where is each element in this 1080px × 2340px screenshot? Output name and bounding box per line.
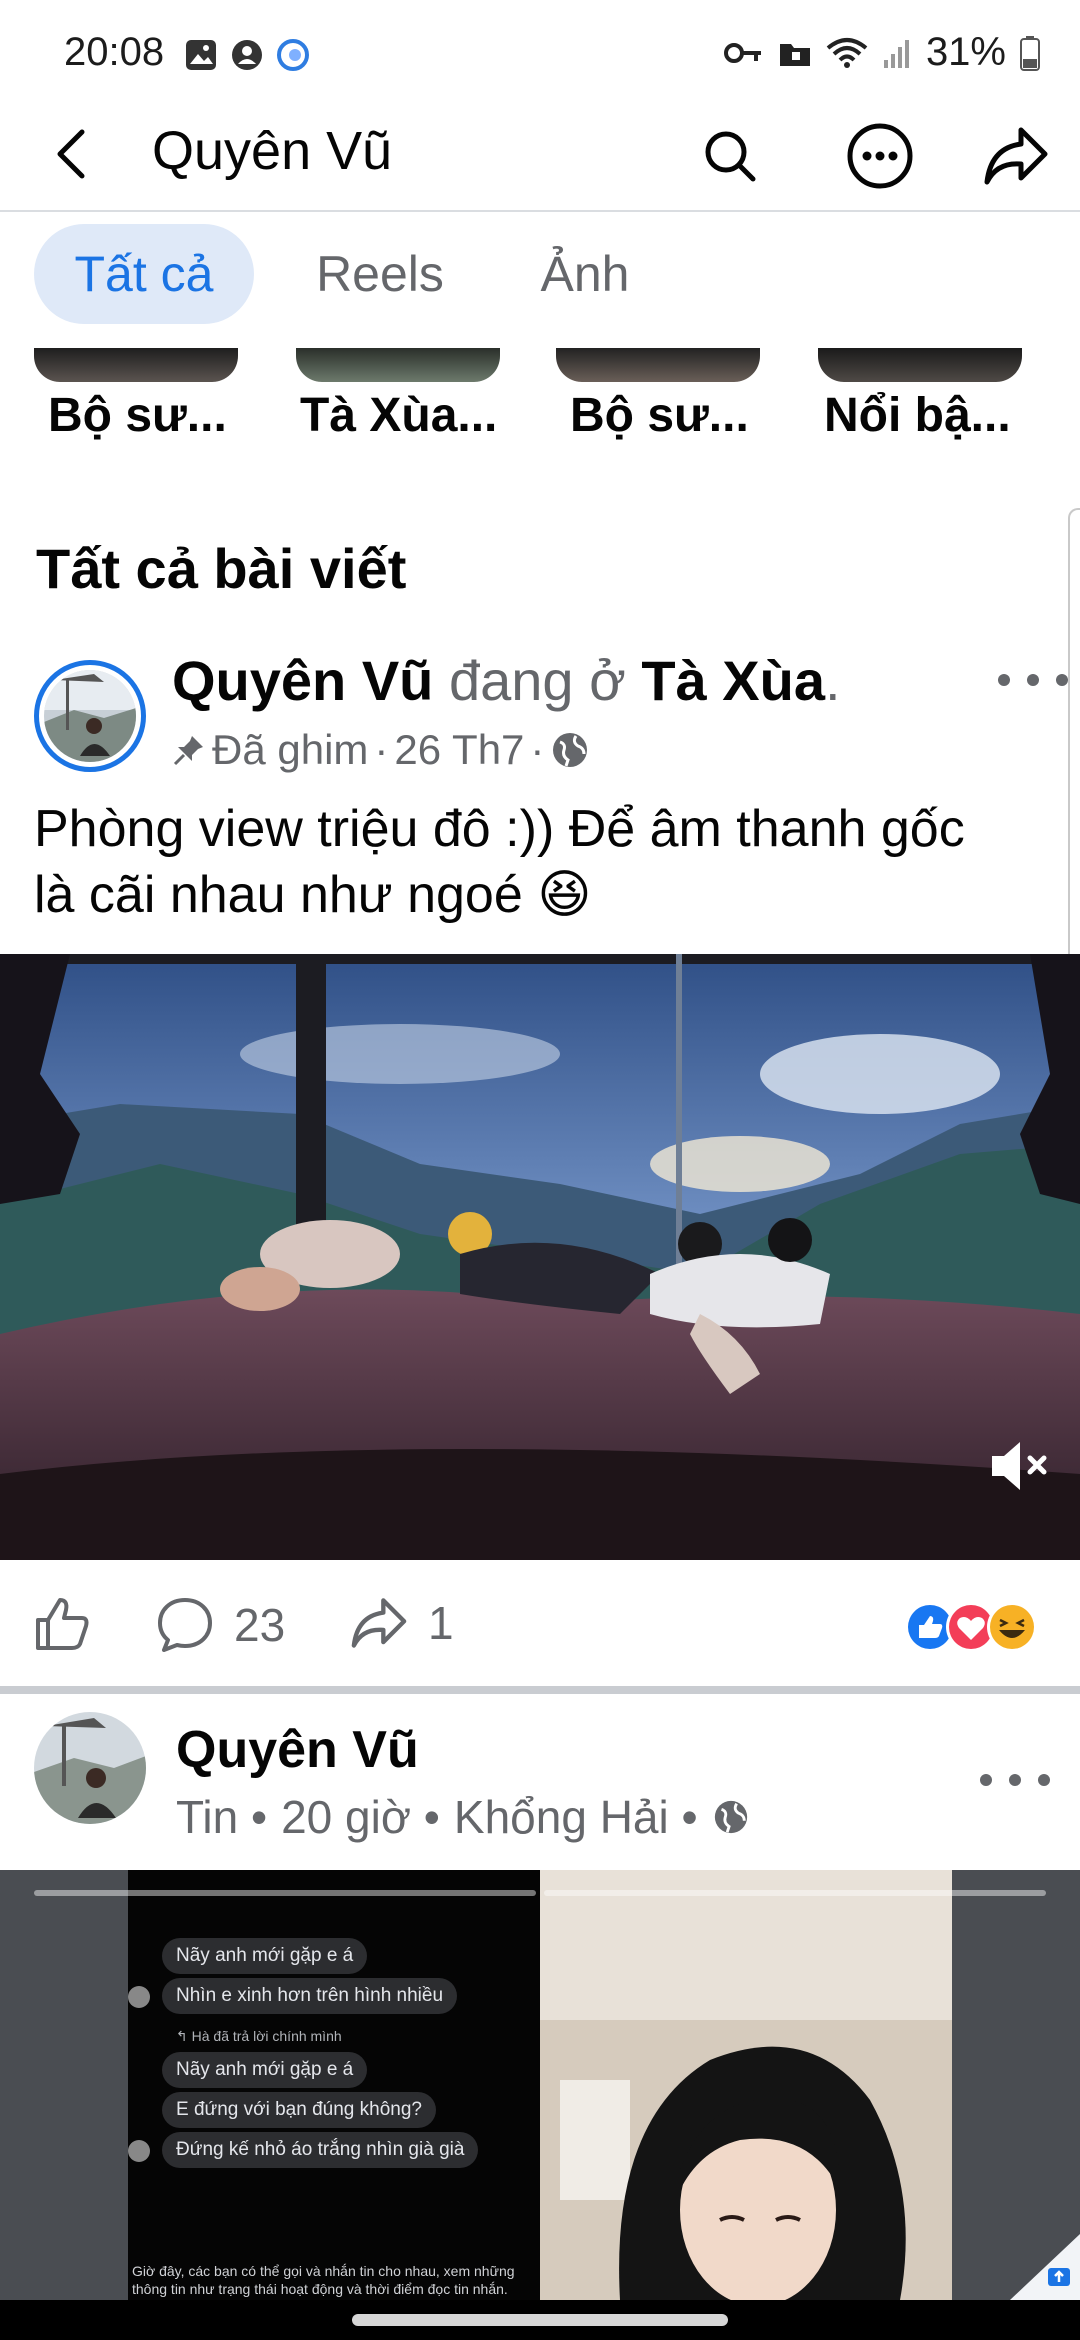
filter-tabs: Tất cả Reels Ảnh bbox=[0, 222, 1080, 332]
album-thumb[interactable] bbox=[296, 348, 500, 382]
comment-icon bbox=[158, 1598, 212, 1652]
share-button[interactable]: 1 bbox=[350, 1596, 454, 1650]
status-bar: 20:08 31% bbox=[0, 0, 1080, 100]
post-author[interactable]: Quyên Vũ bbox=[172, 649, 433, 712]
page-header: Quyên Vũ bbox=[0, 100, 1080, 212]
gallery-icon bbox=[186, 40, 216, 70]
avatar-photo bbox=[44, 670, 136, 762]
status-time: 20:08 bbox=[64, 30, 165, 74]
status-notification-icons bbox=[184, 38, 310, 72]
reply-note: ↰ Hà đã trả lời chính mình bbox=[176, 2028, 342, 2044]
post-text-line: là cãi nhau như ngoé 😆 bbox=[34, 866, 592, 924]
album-label[interactable]: Tà Xùa... bbox=[300, 388, 497, 443]
status-system-icons: 31% bbox=[723, 30, 1040, 75]
battery-percent: 31% bbox=[925, 30, 1006, 74]
post-text-line: Phòng view triệu đô :)) Để âm thanh gốc bbox=[34, 800, 965, 858]
muted-speaker-icon bbox=[992, 1442, 1047, 1490]
more-options-button[interactable] bbox=[844, 120, 916, 192]
chat-bubble: Đứng kế nhỏ áo trắng nhìn già già bbox=[162, 2132, 479, 2168]
post-divider bbox=[0, 1686, 1080, 1694]
album-thumb[interactable] bbox=[556, 348, 760, 382]
comment-count: 23 bbox=[234, 1599, 286, 1651]
pinned-label: Đã ghim bbox=[212, 726, 369, 773]
video-frame bbox=[0, 954, 1080, 1560]
post-text: Phòng view triệu đô :)) Để âm thanh gốc … bbox=[34, 796, 1064, 928]
battery-icon bbox=[1020, 35, 1040, 71]
post-date[interactable]: 26 Th7 bbox=[394, 726, 524, 774]
like-button[interactable] bbox=[34, 1596, 90, 1652]
search-icon bbox=[705, 131, 756, 182]
album-label[interactable]: Nổi bậ... bbox=[824, 388, 1011, 443]
share-icon bbox=[984, 127, 1048, 185]
album-label[interactable]: Bộ sư... bbox=[48, 388, 227, 443]
tab-all[interactable]: Tất cả bbox=[34, 224, 254, 324]
tab-photos[interactable]: Ảnh bbox=[510, 224, 660, 324]
story-selfie bbox=[540, 1870, 952, 2300]
post-video[interactable] bbox=[0, 954, 1080, 1560]
chat-avatar bbox=[128, 1986, 150, 2008]
section-title: Tất cả bài viết bbox=[36, 537, 407, 600]
avatar-photo bbox=[34, 1712, 146, 1824]
pin-icon bbox=[173, 736, 203, 766]
mute-button[interactable] bbox=[988, 1436, 1054, 1496]
comment-button[interactable]: 23 bbox=[156, 1596, 285, 1654]
chat-avatar bbox=[128, 2140, 150, 2162]
haha-reaction-icon bbox=[987, 1602, 1037, 1652]
share-profile-button[interactable] bbox=[980, 120, 1052, 192]
story-progress bbox=[34, 1890, 1046, 1896]
post-place[interactable]: Khổng Hải • bbox=[454, 1790, 698, 1844]
meta-separator: · bbox=[374, 726, 389, 773]
signal-icon bbox=[883, 39, 909, 68]
globe-icon bbox=[553, 733, 588, 767]
side-panel-handle[interactable] bbox=[1068, 508, 1080, 988]
corner-badge-icon[interactable] bbox=[1010, 2234, 1080, 2300]
post-place[interactable]: Tà Xùa bbox=[641, 649, 825, 712]
post-actions: 23 1 bbox=[0, 1576, 1080, 1676]
post-more-button[interactable] bbox=[980, 1760, 1050, 1800]
story-label: Tin • bbox=[176, 1791, 268, 1843]
story-media[interactable]: Nãy anh mới gặp e á Nhìn e xinh hơn trên… bbox=[0, 1870, 1080, 2300]
post-place-suffix: . bbox=[825, 649, 841, 712]
chat-footer-text: Giờ đây, các bạn có thể gọi và nhắn tin … bbox=[132, 2263, 515, 2297]
post-time[interactable]: 20 giờ • bbox=[281, 1790, 440, 1844]
post-meta: Đã ghim · 26 Th7 · bbox=[172, 726, 590, 774]
post-connector: đang ở bbox=[448, 649, 626, 712]
folder-icon bbox=[779, 43, 810, 66]
page-title: Quyên Vũ bbox=[152, 121, 393, 181]
post-author[interactable]: Quyên Vũ bbox=[176, 1720, 419, 1780]
post-meta: Tin • 20 giờ • Khổng Hải • bbox=[176, 1790, 750, 1844]
album-thumb[interactable] bbox=[34, 348, 238, 382]
tab-reels[interactable]: Reels bbox=[290, 224, 470, 324]
avatar[interactable] bbox=[34, 1712, 146, 1824]
more-icon bbox=[847, 123, 913, 189]
key-icon bbox=[723, 42, 761, 63]
reaction-summary[interactable] bbox=[902, 1598, 1040, 1656]
chat-screenshot: Nãy anh mới gặp e á Nhìn e xinh hơn trên… bbox=[128, 1870, 540, 2300]
post-more-button[interactable] bbox=[998, 660, 1068, 700]
album-label[interactable]: Bộ sư... bbox=[570, 388, 749, 443]
messenger-icon bbox=[277, 39, 309, 71]
share-count: 1 bbox=[428, 1597, 454, 1649]
post-header: Quyên Vũ đang ở Tà Xùa. bbox=[172, 648, 841, 713]
back-button[interactable] bbox=[40, 122, 104, 186]
album-thumb[interactable] bbox=[818, 348, 1022, 382]
wifi-icon bbox=[826, 37, 868, 68]
chat-bubble: Nãy anh mới gặp e á bbox=[162, 2052, 368, 2088]
selfie-photo bbox=[540, 1870, 952, 2300]
search-button[interactable] bbox=[694, 120, 766, 192]
chat-bubble: E đứng với bạn đúng không? bbox=[162, 2092, 436, 2128]
account-icon bbox=[232, 40, 262, 70]
share-icon bbox=[351, 1598, 407, 1648]
like-icon bbox=[36, 1598, 89, 1650]
avatar[interactable] bbox=[34, 660, 146, 772]
chat-bubble: Nãy anh mới gặp e á bbox=[162, 1938, 368, 1974]
meta-separator: · bbox=[530, 726, 545, 773]
chat-bubble: Nhìn e xinh hơn trên hình nhiều bbox=[162, 1978, 458, 2014]
globe-icon bbox=[714, 1800, 747, 1834]
back-icon bbox=[57, 129, 85, 179]
home-gesture-handle[interactable] bbox=[352, 2314, 728, 2326]
album-strip: Bộ sư... Tà Xùa... Bộ sư... Nổi bậ... bbox=[0, 338, 1080, 458]
system-nav-bar bbox=[0, 2300, 1080, 2340]
